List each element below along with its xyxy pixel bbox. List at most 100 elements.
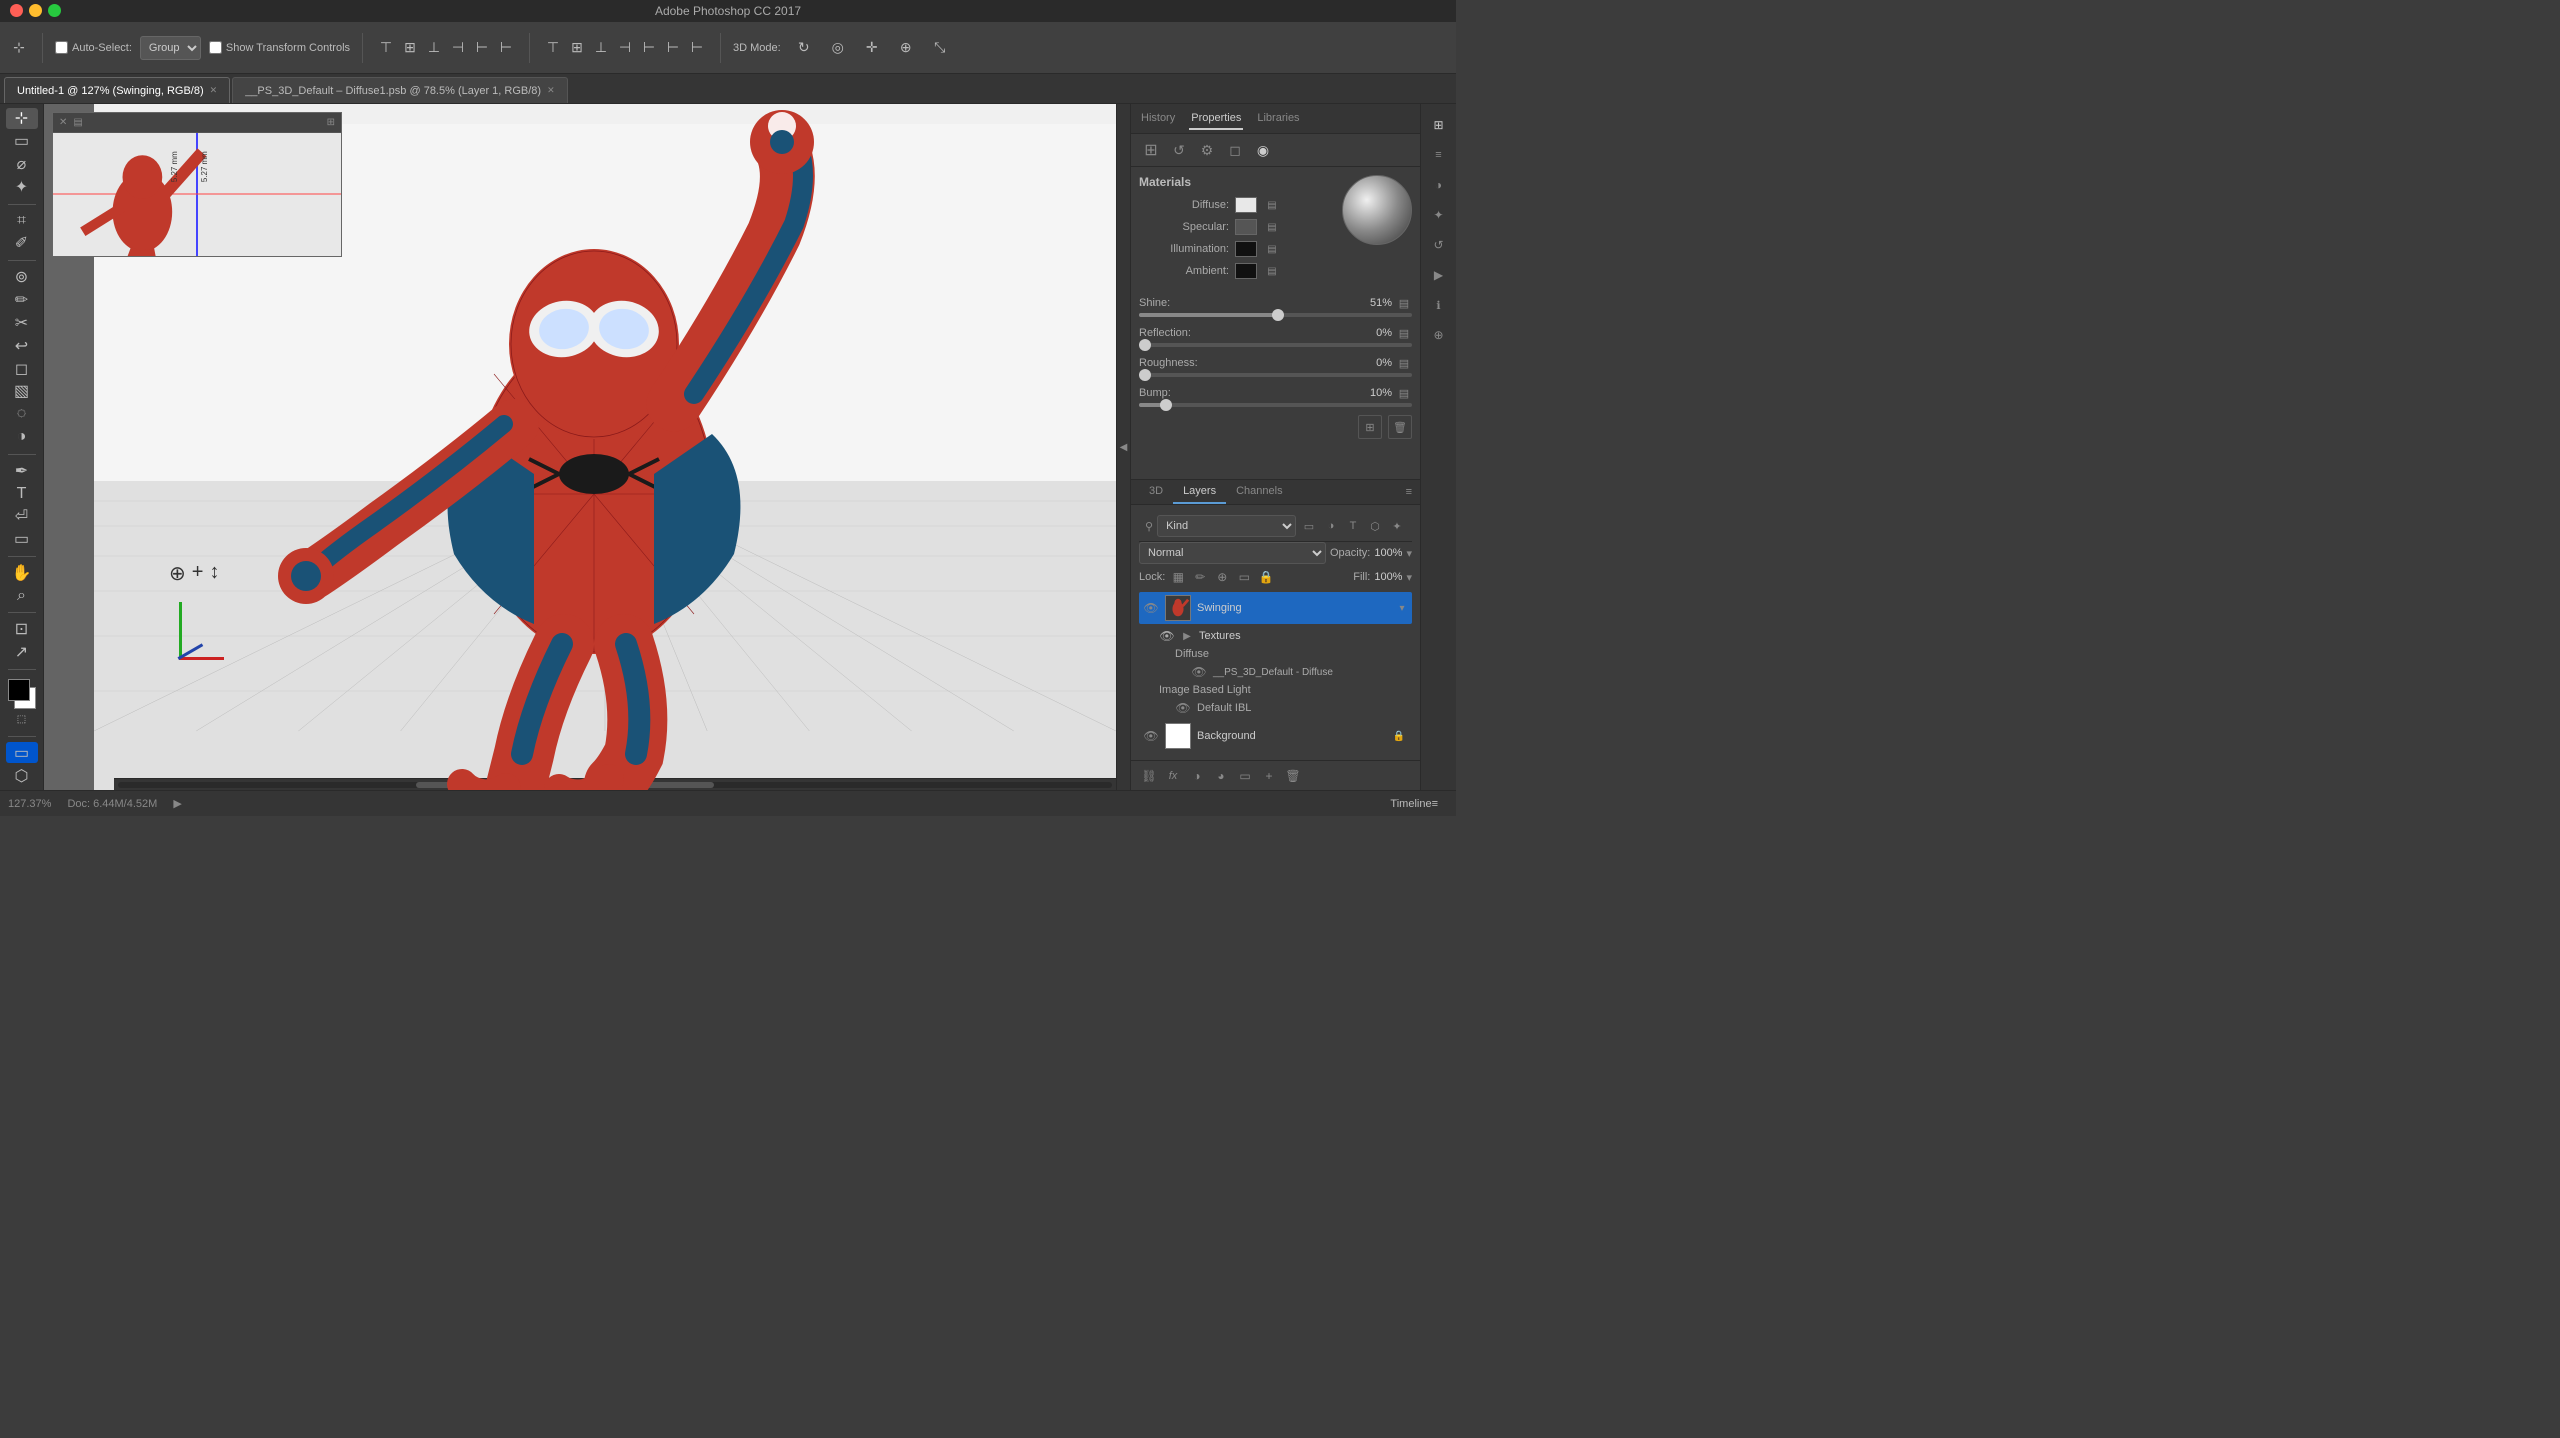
shape-tool[interactable]: ▭ (6, 529, 38, 550)
channels-icon[interactable]: ≡ (1426, 142, 1452, 168)
info-icon[interactable]: ℹ (1426, 292, 1452, 318)
channels-layer-tab[interactable]: Channels (1226, 480, 1292, 504)
opacity-chevron[interactable]: ▾ (1406, 547, 1412, 560)
transform-y-icon[interactable]: ↕ (209, 561, 219, 586)
move-tool[interactable]: ⊹ (6, 108, 38, 129)
specular-btn[interactable]: ▤ (1263, 219, 1281, 235)
dist-extra-icon[interactable]: ⊢ (686, 37, 708, 59)
reflection-track[interactable] (1139, 343, 1412, 347)
fill-value[interactable]: 100% (1374, 571, 1402, 583)
ibl-item[interactable]: Image Based Light (1139, 682, 1412, 698)
fill-chevron[interactable]: ▾ (1406, 571, 1412, 584)
shine-track[interactable] (1139, 313, 1412, 317)
text-tool[interactable]: T (6, 483, 38, 504)
3d-slide-icon[interactable]: ⊕ (891, 33, 921, 63)
kind-filter-select[interactable]: Kind (1157, 515, 1296, 537)
dodge-tool[interactable]: ◑ (6, 427, 38, 448)
pixel-filter-icon[interactable]: ▭ (1300, 517, 1318, 535)
tab-untitled[interactable]: Untitled-1 @ 127% (Swinging, RGB/8) ✕ (4, 77, 230, 103)
swinging-vis-icon[interactable]: 👁 (1143, 600, 1159, 616)
clone-tool[interactable]: ✂ (6, 312, 38, 333)
panel-materials-icon[interactable]: ◉ (1251, 138, 1275, 162)
tab-close-1[interactable]: ✕ (210, 85, 218, 96)
heal-tool[interactable]: ⊚ (6, 267, 38, 288)
preview-menu-icon[interactable]: ▤ (73, 117, 82, 128)
3d-pan-icon[interactable]: ✛ (857, 33, 887, 63)
gradient-tool[interactable]: ▧ (6, 381, 38, 402)
illumination-btn[interactable]: ▤ (1263, 241, 1281, 257)
quick-select-tool[interactable]: ✦ (6, 177, 38, 198)
move-tool-icon[interactable]: ⊹ (8, 37, 30, 59)
add-mask-icon[interactable]: ◑ (1187, 766, 1207, 786)
mode-switch[interactable]: ⬚ (6, 709, 38, 730)
bump-folder-icon[interactable]: ▤ (1396, 385, 1412, 401)
show-transform-checkbox[interactable]: Show Transform Controls (209, 41, 350, 54)
blend-mode-select[interactable]: Normal (1139, 542, 1326, 564)
adjustments-icon[interactable]: ◑ (1426, 172, 1452, 198)
properties-tab[interactable]: Properties (1189, 108, 1243, 130)
textures-expand-icon[interactable]: ▶ (1181, 630, 1193, 642)
layers-layer-tab[interactable]: Layers (1173, 480, 1226, 504)
dist-right-icon[interactable]: ⊢ (662, 37, 684, 59)
3d-rotate-icon[interactable]: ↻ (789, 33, 819, 63)
dist-center-icon[interactable]: ⊞ (566, 37, 588, 59)
3d-roll-icon[interactable]: ◎ (823, 33, 853, 63)
transform-x-icon[interactable]: + (192, 561, 204, 586)
status-arrow[interactable]: ▶ (173, 797, 181, 810)
navigator-icon[interactable]: ⊕ (1426, 322, 1452, 348)
align-center-v-icon[interactable]: ⊞ (399, 37, 421, 59)
add-group-icon[interactable]: ▭ (1235, 766, 1255, 786)
textures-vis-icon[interactable]: 👁 (1159, 628, 1175, 644)
lock-pixels-icon[interactable]: ▦ (1169, 568, 1187, 586)
hand-tool[interactable]: ✋ (6, 562, 38, 583)
ambient-color[interactable] (1235, 263, 1257, 279)
3d-scale-icon[interactable]: ⤡ (925, 33, 955, 63)
rect-layer-btn[interactable]: ▭ (6, 742, 38, 763)
ps3d-item[interactable]: 👁 __PS_3D_Default - Diffuse (1139, 662, 1412, 682)
shine-folder-icon[interactable]: ▤ (1396, 295, 1412, 311)
align-center-h-icon[interactable]: ⊢ (471, 37, 493, 59)
history-icon[interactable]: ↺ (1426, 232, 1452, 258)
align-right-icon[interactable]: ⊢ (495, 37, 517, 59)
bump-thumb[interactable] (1160, 399, 1172, 411)
transform-move-icon[interactable]: ⊕ (169, 561, 186, 586)
lock-position-icon[interactable]: ✏ (1191, 568, 1209, 586)
align-top-icon[interactable]: ⊤ (375, 37, 397, 59)
delete-layer-icon[interactable]: 🗑 (1283, 766, 1303, 786)
auto-select-checkbox[interactable]: Auto-Select: (55, 41, 132, 54)
diffuse-item[interactable]: Diffuse (1139, 646, 1412, 662)
custom-tool[interactable]: ⊡ (6, 619, 38, 640)
diffuse-color[interactable] (1235, 197, 1257, 213)
fx-icon[interactable]: fx (1163, 766, 1183, 786)
bump-track[interactable] (1139, 403, 1412, 407)
background-vis-icon[interactable]: 👁 (1143, 728, 1159, 744)
lock-all-icon[interactable]: 🔒 (1257, 568, 1275, 586)
path-select-tool[interactable]: ⏎ (6, 506, 38, 527)
lock-artboard-icon[interactable]: ▭ (1235, 568, 1253, 586)
ps3d-vis-icon[interactable]: 👁 (1191, 664, 1207, 680)
roughness-folder-icon[interactable]: ▤ (1396, 355, 1412, 371)
close-button[interactable] (10, 4, 23, 17)
diffuse-btn[interactable]: ▤ (1263, 197, 1281, 213)
collapse-icon[interactable]: ◀ (1120, 442, 1128, 453)
zoom-tool[interactable]: ⌕ (6, 585, 38, 606)
lasso-tool[interactable]: ⌀ (6, 154, 38, 175)
styles-icon[interactable]: ✦ (1426, 202, 1452, 228)
preview-close-icon[interactable]: ✕ (59, 117, 67, 128)
text-filter-icon[interactable]: T (1344, 517, 1362, 535)
maximize-button[interactable] (48, 4, 61, 17)
align-left-icon[interactable]: ⊣ (447, 37, 469, 59)
panel-adjustments-icon[interactable]: ⚙ (1195, 138, 1219, 162)
marquee-tool[interactable]: ▭ (6, 131, 38, 152)
bump-value[interactable]: 10% (1370, 387, 1392, 399)
panel-history-icon[interactable]: ↺ (1167, 138, 1191, 162)
dist-left-icon[interactable]: ⊣ (614, 37, 636, 59)
preview-expand-icon[interactable]: ⊞ (327, 117, 335, 128)
panel-collapse[interactable]: ◀ (1116, 104, 1130, 790)
ambient-btn[interactable]: ▤ (1263, 263, 1281, 279)
ibl-vis-icon[interactable]: 👁 (1175, 700, 1191, 716)
history-tab[interactable]: History (1139, 108, 1177, 130)
swinging-expand-icon[interactable]: ▾ (1396, 602, 1408, 614)
3d-btn[interactable]: ⬡ (6, 765, 38, 786)
link-layers-icon[interactable]: ⛓ (1139, 766, 1159, 786)
